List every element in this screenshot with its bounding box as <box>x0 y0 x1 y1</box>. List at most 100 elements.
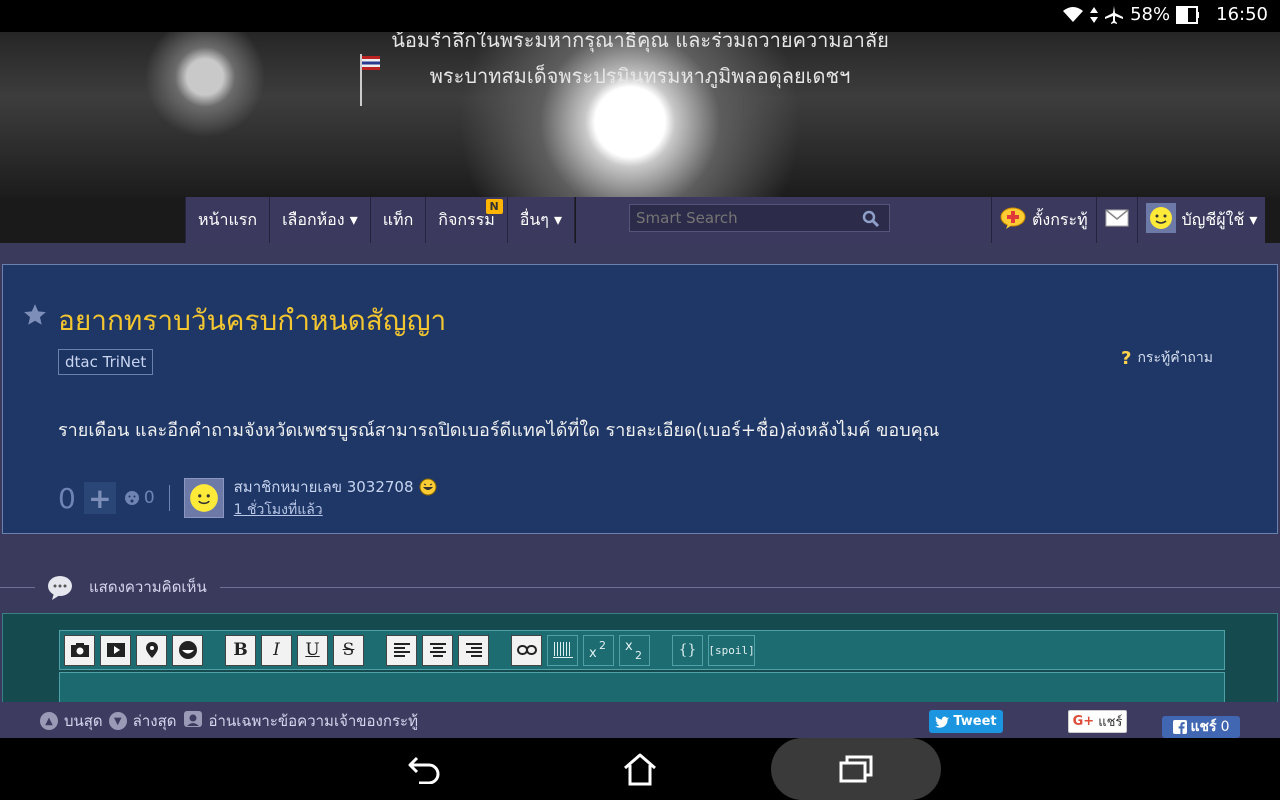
insert-video-button[interactable] <box>100 634 131 666</box>
topic-votes: 0 + 0 สมาชิกหมายเลข 3032708 1 ชั่วโมงที่… <box>58 475 437 521</box>
align-left-button[interactable] <box>386 634 417 666</box>
bold-button[interactable]: B <box>225 634 256 666</box>
nav-right: ตั้งกระทู้ บัญชีผู้ใช้ ▾ <box>991 197 1266 243</box>
battery-icon <box>1176 5 1200 24</box>
comment-bubble-icon <box>45 573 75 607</box>
owner-only-link[interactable]: อ่านเฉพาะข้อความเจ้าของกระทู้ <box>209 709 418 733</box>
recent-apps-button[interactable] <box>826 738 886 800</box>
italic-button[interactable]: I <box>261 634 292 666</box>
owner-only-icon[interactable] <box>183 710 203 732</box>
svg-text:2: 2 <box>635 649 642 661</box>
insert-barcode-button[interactable] <box>547 634 578 666</box>
topic-tag[interactable]: dtac TriNet <box>58 349 154 375</box>
new-badge: N <box>485 199 503 214</box>
airplane-icon <box>1104 5 1124 25</box>
home-icon <box>624 753 656 786</box>
home-button[interactable] <box>610 738 670 800</box>
comment-textarea[interactable] <box>59 672 1225 702</box>
search-icon[interactable] <box>862 210 880 228</box>
google-plus-share-button[interactable]: G+ แชร์ <box>1068 710 1127 733</box>
wifi-icon <box>1062 6 1084 24</box>
emotion-count-value: 0 <box>143 488 155 508</box>
banner-line-1: น้อมรำลึกในพระมหากรุณาธิคุณ และร่วมถวายค… <box>391 32 889 52</box>
topic-body: รายเดือน และอีกคำถามจังหวัดเพชรบูรณ์สามา… <box>58 420 940 441</box>
svg-text:2: 2 <box>599 639 606 652</box>
tweet-label: Tweet <box>953 714 997 729</box>
divider <box>168 485 170 511</box>
align-right-button[interactable] <box>458 634 489 666</box>
banner-line-2: พระบาทสมเด็จพระปรมินทรมหาภูมิพลอดุลยเดชฯ <box>429 64 851 88</box>
smart-search-input[interactable] <box>629 204 890 232</box>
scroll-top-link[interactable]: บนสุด <box>64 709 103 733</box>
post-time[interactable]: 1 ชั่วโมงที่แล้ว <box>234 499 437 521</box>
nav-activities[interactable]: กิจกรรม N <box>426 197 508 243</box>
svg-text:x: x <box>625 639 633 654</box>
android-nav-bar <box>0 738 1280 800</box>
comment-editor: B I U S x2 x2 {} [spoil] <box>2 613 1278 702</box>
google-plus-label: แชร์ <box>1098 715 1123 730</box>
user-avatar <box>1145 203 1176 237</box>
facebook-icon <box>1172 720 1187 734</box>
superscript-button[interactable]: x2 <box>583 634 614 666</box>
account-menu[interactable]: บัญชีผู้ใช้ ▾ <box>1136 197 1266 243</box>
emotion-count[interactable]: 0 <box>124 488 155 508</box>
post-topic-button[interactable]: ตั้งกระทู้ <box>991 197 1096 243</box>
back-arrow-icon <box>408 756 440 784</box>
clock: 16:50 <box>1216 4 1268 25</box>
subscript-button[interactable]: x2 <box>619 634 650 666</box>
nav-others[interactable]: อื่นๆ ▾ <box>508 197 576 243</box>
status-bar: 58% 16:50 <box>0 0 1280 32</box>
post-topic-label: ตั้งกระทู้ <box>1032 209 1088 229</box>
divider-left <box>0 587 35 588</box>
topic-type: ? กระทู้คำถาม <box>1121 347 1213 369</box>
topic-type-label: กระทู้คำถาม <box>1137 350 1213 366</box>
main-content: อยากทราบวันครบกำหนดสัญญา dtac TriNet ? ก… <box>0 243 1280 702</box>
facebook-share-label: แชร์ <box>1190 719 1217 735</box>
nav-tags[interactable]: แท็ก <box>371 197 427 243</box>
topic-card: อยากทราบวันครบกำหนดสัญญา dtac TriNet ? ก… <box>2 264 1278 534</box>
divider-right <box>220 587 1280 588</box>
align-center-button[interactable] <box>422 634 453 666</box>
messages-button[interactable] <box>1095 197 1137 243</box>
post-topic-icon <box>1000 207 1026 233</box>
comment-section-header: แสดงความคิดเห็น <box>0 573 1280 603</box>
author-name[interactable]: สมาชิกหมายเลข 3032708 <box>234 475 414 499</box>
thai-flag-icon <box>362 56 380 70</box>
insert-location-button[interactable] <box>136 634 167 666</box>
comment-section-label: แสดงความคิดเห็น <box>89 578 207 596</box>
spoil-button[interactable]: [spoil] <box>708 634 755 666</box>
twitter-bird-icon <box>935 716 950 728</box>
header-banner: น้อมรำลึกในพระมหากรุณาธิคุณ และร่วมถวายค… <box>0 32 1280 197</box>
code-button[interactable]: {} <box>672 634 703 666</box>
editor-toolbar: B I U S x2 x2 {} [spoil] <box>59 630 1225 670</box>
author-avatar[interactable] <box>183 478 224 518</box>
vote-plus-button[interactable]: + <box>83 482 116 515</box>
insert-link-button[interactable] <box>511 634 542 666</box>
facebook-share-button[interactable]: แชร์ 0 <box>1162 716 1240 738</box>
account-label: บัญชีผู้ใช้ ▾ <box>1181 209 1258 229</box>
emotion-icon <box>124 491 139 505</box>
insert-image-button[interactable] <box>64 634 95 666</box>
tweet-button[interactable]: Tweet <box>929 710 1003 733</box>
scroll-bottom-icon[interactable]: ▼ <box>108 712 127 730</box>
back-button[interactable] <box>395 738 455 800</box>
search-area <box>576 197 991 243</box>
scroll-bottom-link[interactable]: ล่างสุด <box>133 709 177 733</box>
nav-home[interactable]: หน้าแรก <box>185 197 271 243</box>
svg-text:x: x <box>589 646 597 661</box>
strikethrough-button[interactable]: S <box>333 634 364 666</box>
envelope-icon <box>1105 209 1129 231</box>
favorite-star-icon[interactable] <box>22 302 48 332</box>
author-meta: สมาชิกหมายเลข 3032708 1 ชั่วโมงที่แล้ว <box>234 475 437 521</box>
nav-choose-room[interactable]: เลือกห้อง ▾ <box>270 197 371 243</box>
insert-emoji-button[interactable] <box>172 634 203 666</box>
data-arrows-icon <box>1090 6 1099 23</box>
facebook-share-count: 0 <box>1220 719 1230 735</box>
nav-menu: หน้าแรก เลือกห้อง ▾ แท็ก กิจกรรม N อื่นๆ… <box>185 197 576 243</box>
laugh-emoji-icon <box>419 478 437 496</box>
google-plus-icon: G+ <box>1072 714 1095 729</box>
scroll-top-icon[interactable]: ▲ <box>40 712 58 730</box>
topic-title: อยากทราบวันครบกำหนดสัญญา <box>58 304 447 337</box>
underline-button[interactable]: U <box>297 634 328 666</box>
bottom-nav: ▲ บนสุด ▼ ล่างสุด อ่านเฉพาะข้อความเจ้าขอ… <box>40 709 418 733</box>
